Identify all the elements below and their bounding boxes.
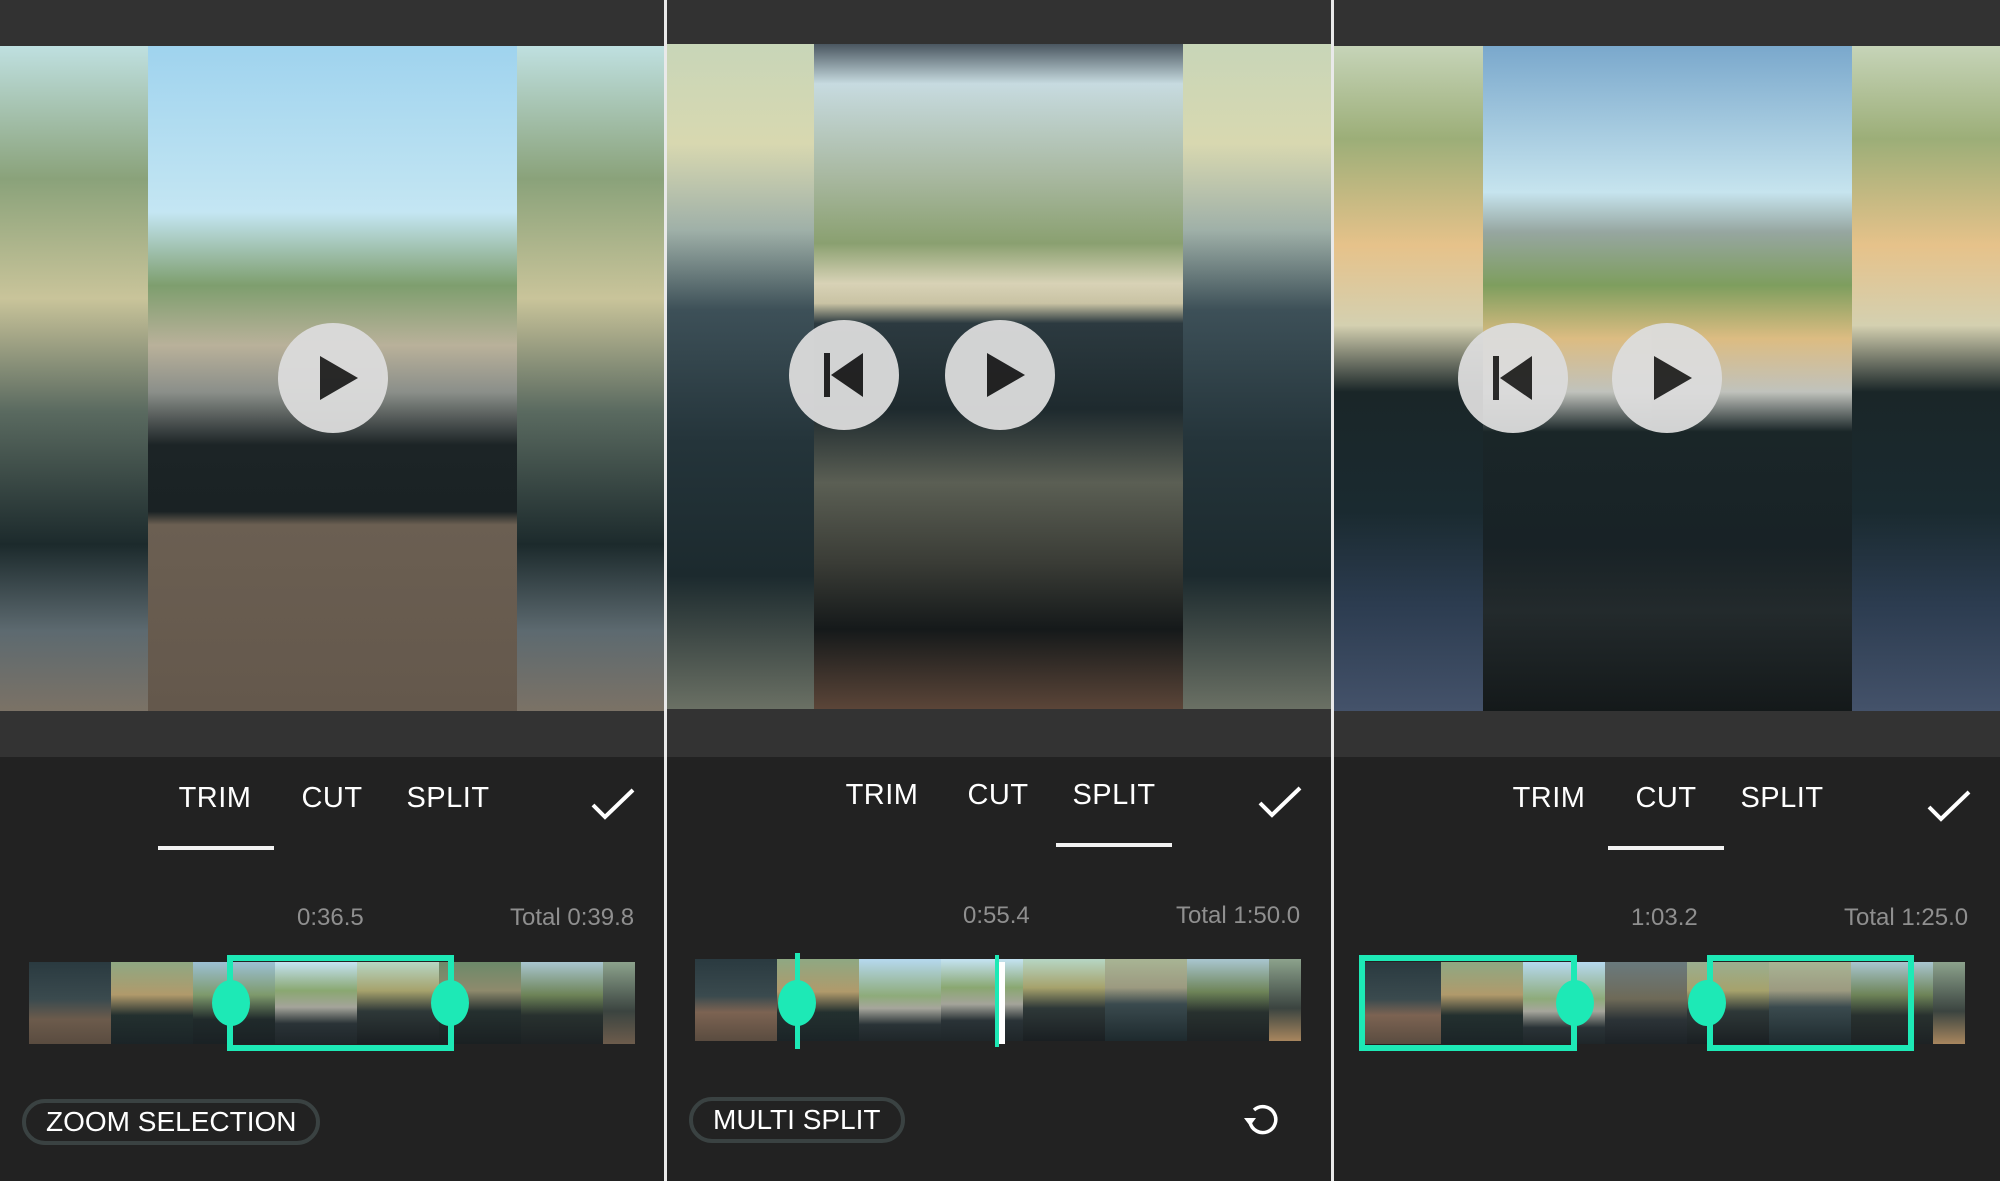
cut-panel: TRIM CUT SPLIT 1:03.2 Total 1:25.0 (1334, 0, 2000, 1181)
video-preview[interactable] (667, 44, 1331, 709)
filmstrip-thumb (521, 962, 603, 1044)
tab-cut[interactable]: CUT (301, 782, 362, 815)
split-handle[interactable] (778, 980, 816, 1026)
filmstrip-thumb (1269, 959, 1301, 1041)
tab-trim[interactable]: TRIM (1513, 782, 1586, 815)
checkmark-icon[interactable] (1926, 789, 1972, 823)
filmstrip-thumb (1605, 962, 1687, 1044)
split-panel: TRIM CUT SPLIT 0:55.4 Total 1:50.0 MULTI… (667, 0, 1331, 1181)
current-time: 1:03.2 (1631, 904, 1698, 931)
play-icon (1654, 356, 1692, 400)
checkmark-icon[interactable] (590, 787, 636, 821)
status-bar (667, 0, 1331, 44)
skip-to-start-button[interactable] (789, 320, 899, 430)
filmstrip-thumb (695, 959, 777, 1041)
zoom-selection-button[interactable]: ZOOM SELECTION (22, 1099, 321, 1145)
skip-to-start-button[interactable] (1458, 323, 1568, 433)
tab-split[interactable]: SPLIT (1740, 782, 1823, 815)
playhead-highlight (999, 962, 1005, 1044)
filmstrip-thumb (1933, 962, 1965, 1044)
filmstrip-thumb (859, 959, 941, 1041)
skip-back-icon (824, 353, 863, 397)
current-time: 0:36.5 (297, 904, 364, 931)
trim-panel: TRIM CUT SPLIT 0:36.5 Total 0:39.8 ZOOM … (0, 0, 664, 1181)
trim-end-handle[interactable] (431, 980, 469, 1026)
filmstrip-thumb (1105, 959, 1187, 1041)
preview-bottom-band (1334, 711, 2000, 757)
undo-icon[interactable] (1236, 1096, 1284, 1144)
total-time: Total 1:50.0 (1176, 902, 1301, 929)
cut-start-handle[interactable] (1556, 980, 1594, 1026)
multi-split-button[interactable]: MULTI SPLIT (689, 1097, 905, 1143)
cut-end-handle[interactable] (1688, 980, 1726, 1026)
active-tab-indicator (1608, 846, 1724, 850)
tab-split[interactable]: SPLIT (406, 782, 489, 815)
active-tab-indicator (1056, 843, 1172, 847)
trim-selection[interactable] (227, 955, 454, 1051)
trim-start-handle[interactable] (212, 980, 250, 1026)
preview-bottom-band (0, 711, 664, 757)
play-button[interactable] (278, 323, 388, 433)
video-preview[interactable] (0, 46, 664, 711)
tab-trim[interactable]: TRIM (846, 779, 919, 812)
kept-segment-left[interactable] (1359, 955, 1577, 1051)
total-time: Total 0:39.8 (510, 904, 635, 931)
total-time: Total 1:25.0 (1844, 904, 1969, 931)
tab-trim[interactable]: TRIM (179, 782, 252, 815)
filmstrip-thumb (941, 959, 1023, 1041)
tab-split[interactable]: SPLIT (1072, 779, 1155, 812)
kept-segment-right[interactable] (1707, 955, 1914, 1051)
active-tab-indicator (158, 846, 274, 850)
current-time: 0:55.4 (963, 902, 1030, 929)
skip-back-icon (1493, 356, 1532, 400)
checkmark-icon[interactable] (1257, 785, 1303, 819)
filmstrip-thumb (111, 962, 193, 1044)
filmstrip-thumb (1023, 959, 1105, 1041)
edit-mode-tabs: TRIM CUT SPLIT (0, 782, 664, 822)
filmstrip-thumb (29, 962, 111, 1044)
filmstrip-thumb (1187, 959, 1269, 1041)
status-bar (1334, 0, 2000, 46)
tab-cut[interactable]: CUT (1635, 782, 1696, 815)
filmstrip-thumb (603, 962, 635, 1044)
tab-cut[interactable]: CUT (967, 779, 1028, 812)
play-button[interactable] (1612, 323, 1722, 433)
play-icon (987, 353, 1025, 397)
play-icon (320, 356, 358, 400)
play-button[interactable] (945, 320, 1055, 430)
edit-mode-tabs: TRIM CUT SPLIT (667, 779, 1331, 819)
status-bar (0, 0, 664, 46)
edit-mode-tabs: TRIM CUT SPLIT (1334, 782, 2000, 822)
video-preview[interactable] (1334, 46, 2000, 711)
preview-bottom-band (667, 709, 1331, 757)
